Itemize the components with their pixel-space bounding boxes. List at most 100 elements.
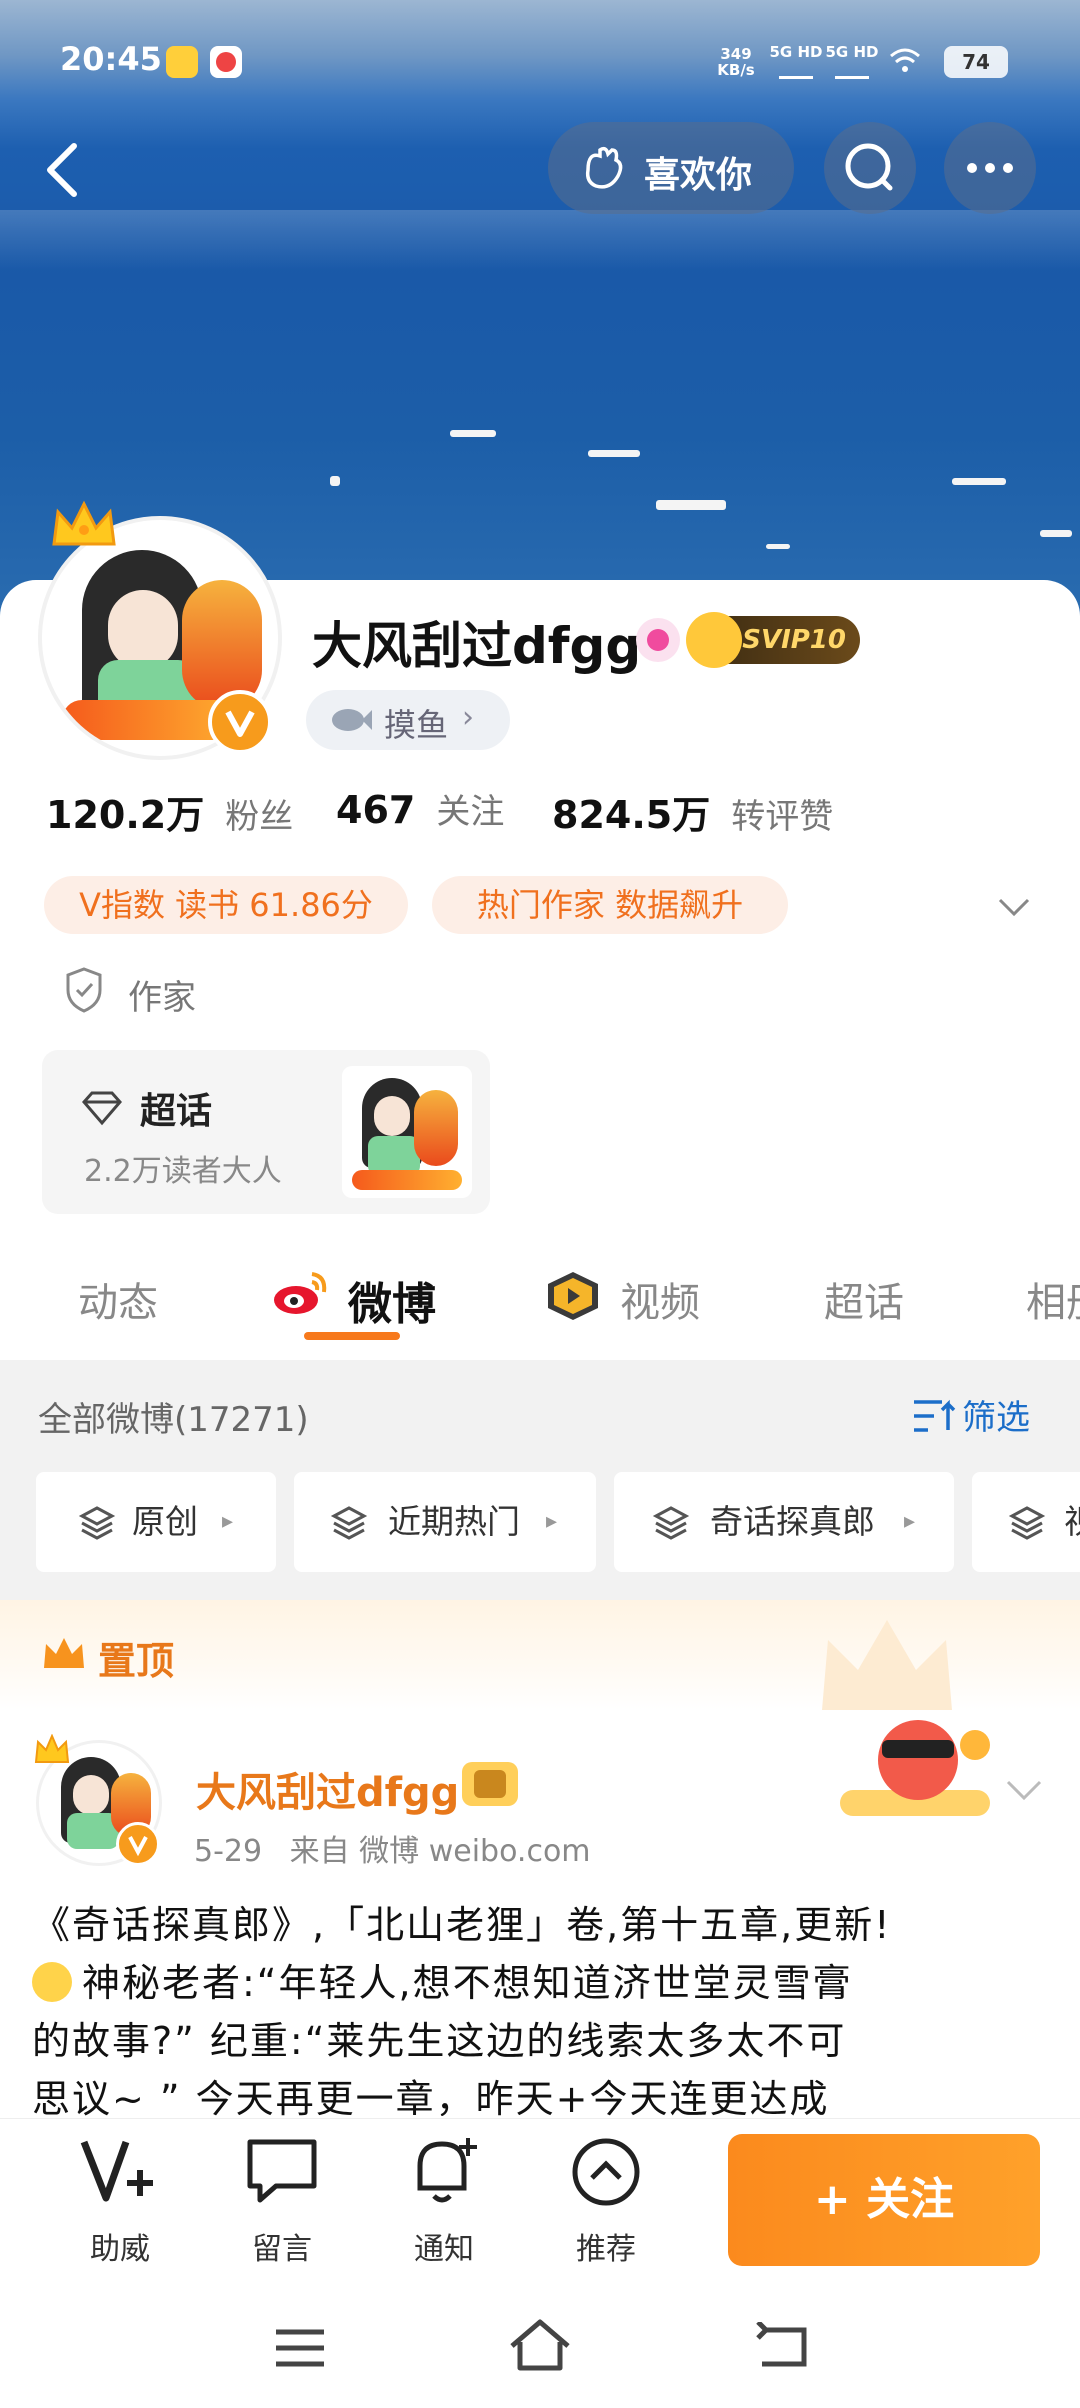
- battery-level: 74: [962, 50, 990, 74]
- recommend-label: 推荐: [576, 2232, 636, 2267]
- post-decoration-sticker: [830, 1700, 1000, 1830]
- author-vip-icon: [462, 1762, 518, 1806]
- post-line: 的故事?” 纪重:“莱先生这边的线索太多太不可: [32, 2019, 847, 2063]
- chip-series[interactable]: 奇话探真郎 ▸: [614, 1472, 954, 1572]
- layers-icon: [1008, 1506, 1046, 1540]
- video-play-icon: [544, 1270, 602, 1322]
- verified-label: 作家: [128, 978, 196, 1018]
- stat-value: 120.2万: [46, 793, 205, 837]
- profile-tabs: 动态 微博 视频 超话 相册: [0, 1260, 1080, 1360]
- message-bubble-icon: [247, 2139, 317, 2203]
- diamond-icon: [82, 1091, 122, 1126]
- mood-label: 摸鱼: [384, 706, 449, 744]
- follow-button[interactable]: + 关注: [728, 2134, 1040, 2266]
- notify-label: 通知: [414, 2232, 474, 2267]
- svip-crown-icon: [686, 612, 742, 668]
- post-source: 来自 微博 weibo.com: [289, 1834, 591, 1869]
- weibo-notification-icon: [166, 46, 198, 78]
- post-verified-icon: [116, 1822, 160, 1866]
- tab-dynamic[interactable]: 动态: [78, 1270, 158, 1328]
- pinned-label: 置顶: [98, 1639, 175, 1683]
- stat-label: 转评赞: [731, 797, 834, 837]
- verified-v-icon: [208, 690, 272, 754]
- stat-interactions[interactable]: 824.5万 转评赞: [552, 784, 833, 839]
- svip-label: SVIP10: [742, 625, 846, 655]
- filter-label: 筛选: [962, 1398, 1030, 1438]
- tab-album[interactable]: 相册: [1026, 1270, 1080, 1328]
- hand-heart-icon: [585, 146, 623, 189]
- post-line: 《奇话探真郎》,「北山老狸」卷,第十五章,更新!: [32, 1903, 892, 1947]
- svip-badge[interactable]: SVIP10: [686, 612, 860, 668]
- crown-icon: [48, 500, 120, 556]
- search-button[interactable]: [824, 122, 916, 214]
- cheer-button[interactable]: 助威: [60, 2134, 180, 2274]
- tab-weibo[interactable]: 微博: [348, 1268, 436, 1332]
- signal-1-icon: 5G HD: [768, 44, 824, 79]
- battery-icon: 74: [944, 46, 1008, 78]
- stat-label: 关注: [436, 792, 505, 832]
- wifi-icon: [888, 44, 922, 80]
- stat-value: 824.5万: [552, 793, 711, 837]
- post-menu-chevron-icon[interactable]: [1000, 1770, 1048, 1810]
- post-line: 思议~ ” 今天再更一章，昨天+今天连更达成: [32, 2077, 830, 2116]
- fish-icon: [332, 709, 372, 731]
- post-body[interactable]: 《奇话探真郎》,「北山老狸」卷,第十五章,更新! 神秘老者:“年轻人,想不想知道…: [32, 1896, 1048, 2116]
- chevron-up-circle-icon: [572, 2138, 640, 2206]
- notify-button[interactable]: 通知: [384, 2134, 504, 2274]
- triangle-right-icon: ▸: [222, 1509, 234, 1534]
- chip-recent-hot[interactable]: 近期热门 ▸: [294, 1472, 596, 1572]
- net-speed-value: 349: [720, 45, 752, 63]
- back-nav-icon[interactable]: [752, 2322, 812, 2372]
- pinned-crown-icon: [44, 1638, 84, 1668]
- chip-label: 原创: [132, 1502, 198, 1541]
- layers-icon: [330, 1506, 368, 1540]
- like-button[interactable]: 喜欢你: [548, 122, 794, 214]
- bell-plus-icon: [417, 2138, 477, 2203]
- pinned-header: 置顶: [0, 1600, 1080, 1710]
- feed-count: 全部微博(17271): [38, 1400, 309, 1440]
- emoji-icon: [32, 1962, 72, 2002]
- supertopic-card[interactable]: 超话 2.2万读者大人: [42, 1050, 490, 1214]
- home-icon[interactable]: [506, 2316, 574, 2376]
- mood-tag[interactable]: 摸鱼 ›: [306, 690, 510, 750]
- stat-followers[interactable]: 120.2万 粉丝: [46, 784, 293, 839]
- net-speed-unit: KB/s: [717, 61, 755, 79]
- post-date: 5-29: [194, 1834, 263, 1869]
- chip-label: 视频: [1064, 1472, 1080, 1572]
- menu-icon[interactable]: [270, 2324, 330, 2372]
- chevron-right-icon: ›: [462, 700, 474, 735]
- signal-2-label: 5G HD: [825, 43, 879, 61]
- triangle-right-icon: ▸: [546, 1509, 558, 1534]
- signal-2-icon: 5G HD: [824, 44, 880, 79]
- system-nav-bar: [0, 2288, 1080, 2408]
- tab-supertopic[interactable]: 超话: [824, 1270, 904, 1328]
- tag-v-index[interactable]: V指数 读书 61.86分: [44, 876, 408, 934]
- triangle-right-icon: ▸: [904, 1509, 916, 1534]
- filter-button[interactable]: 筛选: [912, 1390, 1042, 1440]
- chip-label: 奇话探真郎: [710, 1502, 875, 1541]
- message-label: 留言: [252, 2232, 312, 2267]
- layers-icon: [652, 1506, 690, 1540]
- expand-chevron-icon[interactable]: [992, 884, 1036, 928]
- chip-video[interactable]: 视频: [972, 1472, 1080, 1572]
- tab-video[interactable]: 视频: [620, 1270, 700, 1328]
- more-dots-icon: [967, 163, 1013, 173]
- chip-original[interactable]: 原创 ▸: [36, 1472, 276, 1572]
- recommend-button[interactable]: 推荐: [546, 2134, 666, 2274]
- tab-active-indicator: [304, 1332, 400, 1340]
- back-button[interactable]: [34, 130, 94, 210]
- tag-hot-writer[interactable]: 热门作家 数据飙升: [432, 876, 788, 934]
- badge-icon[interactable]: [636, 618, 680, 662]
- shield-icon: [64, 966, 104, 1014]
- post-crown-icon: [32, 1733, 72, 1766]
- message-button[interactable]: 留言: [222, 2134, 342, 2274]
- post-line: 神秘老者:“年轻人,想不想知道济世堂灵雪膏: [82, 1961, 853, 2005]
- stat-label: 粉丝: [225, 797, 294, 837]
- search-icon: [845, 143, 893, 191]
- more-button[interactable]: [944, 122, 1036, 214]
- layers-icon: [78, 1506, 116, 1540]
- stat-value: 467: [336, 788, 416, 832]
- cheer-label: 助威: [90, 2232, 150, 2267]
- stat-following[interactable]: 467 关注: [336, 784, 504, 833]
- post-author[interactable]: 大风刮过dfgg: [196, 1760, 459, 1818]
